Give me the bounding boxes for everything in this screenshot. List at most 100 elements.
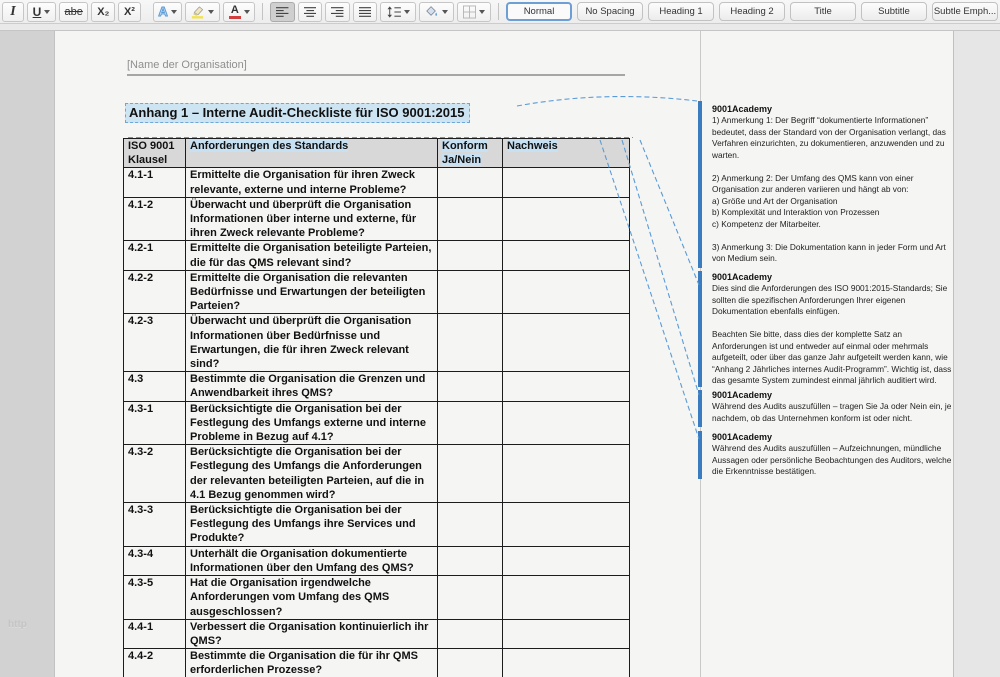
column-header[interactable]: Konform Ja/Nein <box>438 139 503 168</box>
clause-cell[interactable]: 4.4-1 <box>124 619 186 648</box>
superscript-button[interactable]: X² <box>118 2 141 22</box>
nachweis-cell[interactable] <box>503 168 630 197</box>
clause-cell[interactable]: 4.3-4 <box>124 546 186 575</box>
konform-cell[interactable] <box>438 241 503 270</box>
dropdown-caret-icon <box>479 10 485 14</box>
clause-cell[interactable]: 4.1-1 <box>124 168 186 197</box>
clause-cell[interactable]: 4.2-1 <box>124 241 186 270</box>
table-row: 4.1-1Ermittelte die Organisation für ihr… <box>124 168 630 197</box>
nachweis-cell[interactable] <box>503 649 630 677</box>
requirement-cell[interactable]: Ermittelte die Organisation beteiligte P… <box>186 241 438 270</box>
table-row: 4.1-2Überwacht und überprüft die Organis… <box>124 197 630 241</box>
requirement-cell[interactable]: Überwacht und überprüft die Organisation… <box>186 197 438 241</box>
text-effects-icon: A <box>158 4 167 19</box>
requirement-cell[interactable]: Berücksichtigte die Organisation bei der… <box>186 503 438 547</box>
comment-body: 1) Anmerkung 1: Der Begriff “dokumentier… <box>712 115 958 265</box>
column-header[interactable]: Anforderungen des Standards <box>186 139 438 168</box>
style-button-heading-2[interactable]: Heading 2 <box>719 2 785 21</box>
toolbar-separator <box>262 3 263 20</box>
clause-cell[interactable]: 4.3 <box>124 372 186 401</box>
konform-cell[interactable] <box>438 314 503 372</box>
style-button-normal[interactable]: Normal <box>506 2 572 21</box>
style-button-subtitle[interactable]: Subtitle <box>861 2 927 21</box>
column-header[interactable]: ISO 9001 Klausel <box>124 139 186 168</box>
line-spacing-button[interactable] <box>380 2 416 22</box>
requirement-cell[interactable]: Überwacht und überprüft die Organisation… <box>186 314 438 372</box>
clause-cell[interactable]: 4.3-1 <box>124 401 186 445</box>
nachweis-cell[interactable] <box>503 576 630 620</box>
subscript-button[interactable]: X₂ <box>91 2 115 22</box>
clause-cell[interactable]: 4.4-2 <box>124 649 186 677</box>
style-button-no-spacing[interactable]: No Spacing <box>577 2 643 21</box>
clause-cell[interactable]: 4.2-2 <box>124 270 186 314</box>
text-effects-button[interactable]: A <box>153 2 183 22</box>
requirement-cell[interactable]: Hat die Organisation irgendwelche Anford… <box>186 576 438 620</box>
style-button-subtle-emph-[interactable]: Subtle Emph... <box>932 2 998 21</box>
comment-4[interactable]: 9001Academy Während des Audits auszufüll… <box>712 432 958 478</box>
justify-button[interactable] <box>353 2 377 22</box>
table-row: 4.3Bestimmte die Organisation die Grenze… <box>124 372 630 401</box>
requirement-cell[interactable]: Unterhält die Organisation dokumentierte… <box>186 546 438 575</box>
style-button-title[interactable]: Title <box>790 2 856 21</box>
comment-anchor-bar <box>698 101 702 268</box>
nachweis-cell[interactable] <box>503 445 630 503</box>
document-title[interactable]: Anhang 1 – Interne Audit-Checkliste für … <box>125 103 470 123</box>
italic-icon: I <box>10 4 15 20</box>
konform-cell[interactable] <box>438 576 503 620</box>
nachweis-cell[interactable] <box>503 503 630 547</box>
organization-name-field[interactable]: [Name der Organisation] <box>127 59 625 76</box>
konform-cell[interactable] <box>438 270 503 314</box>
clause-cell[interactable]: 4.3-3 <box>124 503 186 547</box>
word-window: I U abe X₂ X² A A <box>0 0 1000 677</box>
requirement-cell[interactable]: Ermittelte die Organisation die relevant… <box>186 270 438 314</box>
strikethrough-button[interactable]: abe <box>59 2 89 22</box>
nachweis-cell[interactable] <box>503 372 630 401</box>
comment-1[interactable]: 9001Academy 1) Anmerkung 1: Der Begriff … <box>712 104 958 265</box>
align-left-icon <box>276 6 288 18</box>
clause-cell[interactable]: 4.2-3 <box>124 314 186 372</box>
clause-cell[interactable]: 4.3-2 <box>124 445 186 503</box>
requirement-cell[interactable]: Verbessert die Organisation kontinuierli… <box>186 619 438 648</box>
comment-author: 9001Academy <box>712 432 958 442</box>
konform-cell[interactable] <box>438 649 503 677</box>
konform-cell[interactable] <box>438 503 503 547</box>
font-color-button[interactable]: A <box>223 2 255 22</box>
nachweis-cell[interactable] <box>503 270 630 314</box>
konform-cell[interactable] <box>438 168 503 197</box>
table-row: 4.3-1Berücksichtigte die Organisation be… <box>124 401 630 445</box>
comment-3[interactable]: 9001Academy Während des Audits auszufüll… <box>712 390 958 424</box>
nachweis-cell[interactable] <box>503 197 630 241</box>
underline-button[interactable]: U <box>27 2 56 22</box>
requirement-cell[interactable]: Berücksichtigte die Organisation bei der… <box>186 401 438 445</box>
nachweis-cell[interactable] <box>503 314 630 372</box>
comment-anchor-highlight: Nachweis <box>507 140 558 152</box>
comment-2[interactable]: 9001Academy Dies sind die Anforderungen … <box>712 272 958 387</box>
nachweis-cell[interactable] <box>503 619 630 648</box>
konform-cell[interactable] <box>438 546 503 575</box>
column-header[interactable]: Nachweis <box>503 139 630 168</box>
borders-button[interactable] <box>457 2 491 22</box>
clause-cell[interactable]: 4.1-2 <box>124 197 186 241</box>
requirement-cell[interactable]: Bestimmte die Organisation die für ihr Q… <box>186 649 438 677</box>
align-left-button[interactable] <box>270 2 294 22</box>
requirement-cell[interactable]: Berücksichtigte die Organisation bei der… <box>186 445 438 503</box>
table-row: 4.3-4Unterhält die Organisation dokument… <box>124 546 630 575</box>
nachweis-cell[interactable] <box>503 401 630 445</box>
nachweis-cell[interactable] <box>503 546 630 575</box>
konform-cell[interactable] <box>438 197 503 241</box>
align-right-button[interactable] <box>325 2 349 22</box>
shading-button[interactable] <box>419 2 454 22</box>
konform-cell[interactable] <box>438 619 503 648</box>
clause-cell[interactable]: 4.3-5 <box>124 576 186 620</box>
align-center-button[interactable] <box>298 2 322 22</box>
konform-cell[interactable] <box>438 445 503 503</box>
justify-icon <box>359 6 371 18</box>
requirement-cell[interactable]: Bestimmte die Organisation die Grenzen u… <box>186 372 438 401</box>
highlight-button[interactable] <box>185 2 220 22</box>
requirement-cell[interactable]: Ermittelte die Organisation für ihren Zw… <box>186 168 438 197</box>
nachweis-cell[interactable] <box>503 241 630 270</box>
style-button-heading-1[interactable]: Heading 1 <box>648 2 714 21</box>
konform-cell[interactable] <box>438 372 503 401</box>
italic-button[interactable]: I <box>2 2 24 22</box>
konform-cell[interactable] <box>438 401 503 445</box>
